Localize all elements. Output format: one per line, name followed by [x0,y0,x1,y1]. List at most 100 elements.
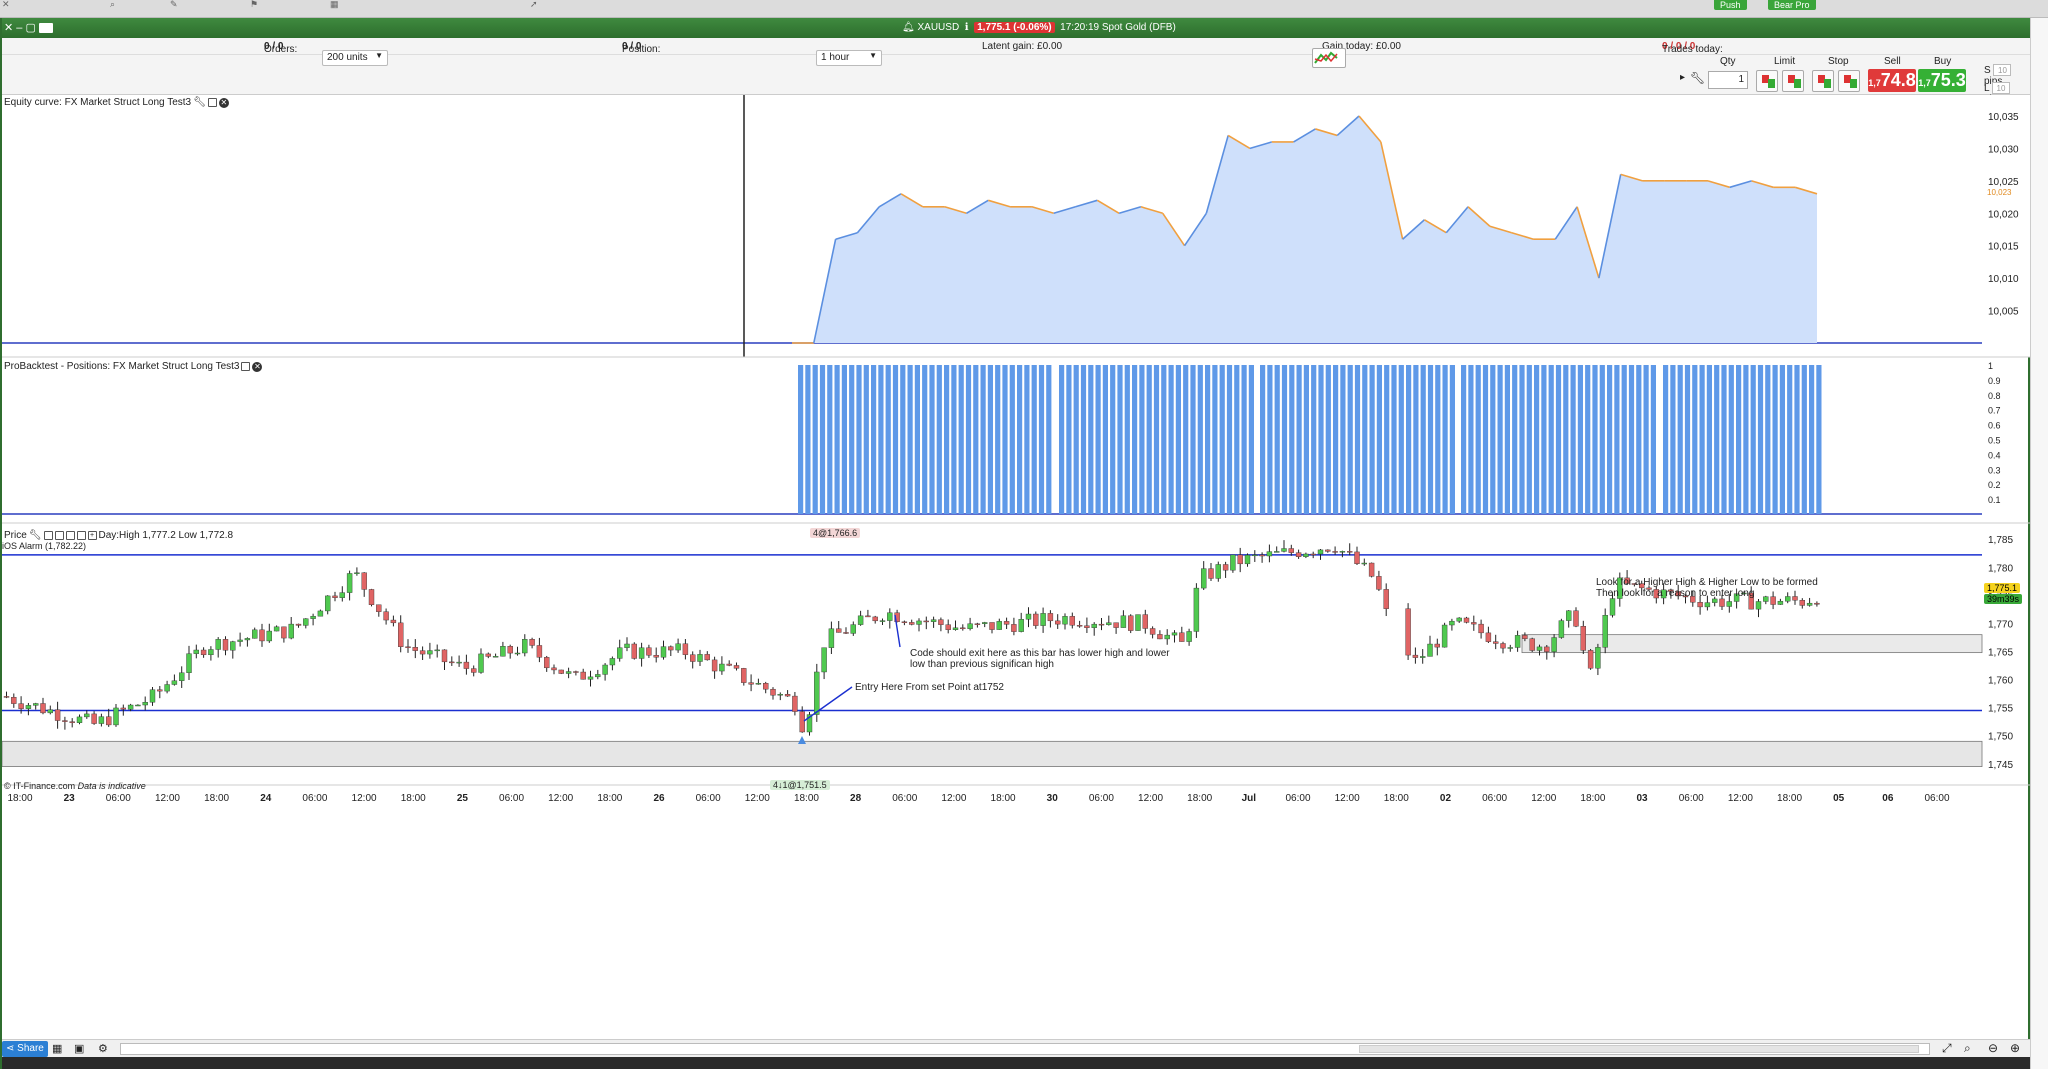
entry-arrow [803,686,853,722]
position-bar [1728,365,1734,514]
limit-pips-input[interactable]: 10 [1991,82,2010,94]
position-bar [1721,365,1727,514]
wrench-icon[interactable]: 🔧︎ [29,530,42,541]
position-bar [1468,365,1474,514]
grid-icon[interactable]: ▦ [330,0,340,9]
zoom-fit-icon[interactable]: ⌕ [1964,1041,1971,1056]
candle [383,611,389,621]
position-bar [1303,365,1309,514]
candle [631,643,637,659]
position-bar [1168,365,1174,514]
settings-icon[interactable] [65,531,75,540]
limit-down-button[interactable] [1756,70,1778,92]
candle [646,647,652,656]
position-bar [1110,365,1116,514]
position-bar [885,365,891,514]
window-icon[interactable] [207,98,217,107]
position-bar [965,365,972,514]
buy-label: Buy [1934,56,1952,67]
candle [376,604,382,612]
close-icon[interactable]: ✕ [218,97,229,108]
candle [303,618,309,626]
auto-scale-icon[interactable]: ⤢ [1942,1041,1952,1056]
position-bar [1117,365,1123,514]
candle [1441,624,1448,648]
copyright-text: © IT-Finance.com [4,781,76,791]
stop-up-button[interactable] [1838,70,1860,92]
window-icon[interactable] [43,531,53,540]
candle [763,683,769,690]
units-select[interactable]: 200 units ▼ [322,50,388,66]
timeframe-select[interactable]: 1 hour ▼ [816,50,882,66]
layout-icon[interactable]: ▦ [52,1042,62,1055]
account-info-bar: Orders: 0 / 0 Position: 0 / 0 Latent gai… [2,38,2032,55]
price-change-badge: 1,775.1 (-0.06%) [974,22,1055,33]
horizontal-scrollbar[interactable] [120,1043,1930,1055]
window-controls[interactable]: ✕ ‒ ▢ [4,21,53,34]
search-icon[interactable]: ⌕ [110,0,120,9]
scroll-thumb[interactable] [1359,1045,1919,1053]
camera-icon[interactable]: ▣ [74,1042,84,1055]
x-tick-label: 18:00 [794,793,819,804]
play-icon[interactable]: ▸ [1680,72,1685,83]
info-icon[interactable]: ℹ [965,22,969,33]
qty-input[interactable]: 1 [1708,71,1748,89]
candle [1485,632,1492,642]
candle [1062,616,1068,625]
candle [602,664,608,675]
instrument-name[interactable]: XAUUSD [917,22,959,33]
candle [84,713,90,718]
candle [1573,610,1579,627]
alert-icon[interactable] [76,531,86,540]
add-icon[interactable]: + [87,531,97,540]
candle [1587,650,1594,669]
settings-icon[interactable]: ⚙ [98,1042,108,1055]
candle [208,649,214,656]
close-icon[interactable]: ✕ [2,0,12,9]
alarm-label[interactable]: iOS Alarm (1,782.22) [2,541,86,551]
candle [887,612,893,621]
stop-down-button[interactable] [1812,70,1834,92]
position-bar [1318,365,1324,514]
share-button[interactable]: ⋖ Share [2,1041,48,1057]
bear-pro-button[interactable]: Bear Pro [1768,0,1816,10]
candle [565,671,572,674]
candle [1697,602,1703,608]
zoom-out-icon[interactable]: ⊖ [1988,1041,1998,1055]
stop-pips-input[interactable]: 10 [1993,64,2012,76]
candle [1106,622,1112,625]
wrench-icon[interactable]: 🔧︎ [193,97,206,108]
wrench-icon[interactable]: 🔧︎ [1690,71,1705,85]
order-tag[interactable]: 4@1,766.6 [810,528,861,538]
x-tick-label: 06 [1882,793,1894,804]
s-label: S [1984,65,1991,76]
arrow-tool-icon[interactable]: ➚ [530,0,540,9]
position-bar [1677,365,1683,514]
position-bar [995,365,1001,514]
x-tick-label: 18:00 [991,793,1016,804]
buy-button[interactable]: 1,775.3 [1918,69,1966,92]
position-bar [1376,365,1382,514]
position-bar [1435,365,1441,514]
limit-up-button[interactable] [1782,70,1804,92]
candle [434,649,440,652]
x-tick-label: 18:00 [597,793,622,804]
candle [1719,598,1725,607]
close-icon[interactable]: ✕ [252,361,263,372]
candle [215,639,221,650]
candle [1127,615,1134,631]
chart-type-button[interactable] [1312,48,1346,68]
entry-tag[interactable]: 4↓1@1,751.5 [770,780,830,790]
push-button[interactable]: Push [1714,0,1747,10]
window-icon[interactable] [241,362,251,371]
position-bar [1059,365,1065,514]
zoom-in-icon[interactable]: ⊕ [2010,1041,2020,1055]
candle [33,703,39,706]
price-y-tick: 1,770 [1988,619,2013,630]
chart-area[interactable]: 10,035 10,030 10,025 10,020 10,015 10,010 10,0… [2,95,2032,1039]
bell-icon[interactable]: 🔔︎ [902,22,915,33]
bell-icon[interactable] [54,531,64,540]
draw-tool-icon[interactable]: ✎ [170,0,180,9]
flag-icon[interactable]: ⚑ [250,0,260,9]
sell-button[interactable]: 1,774.8 [1868,69,1916,92]
